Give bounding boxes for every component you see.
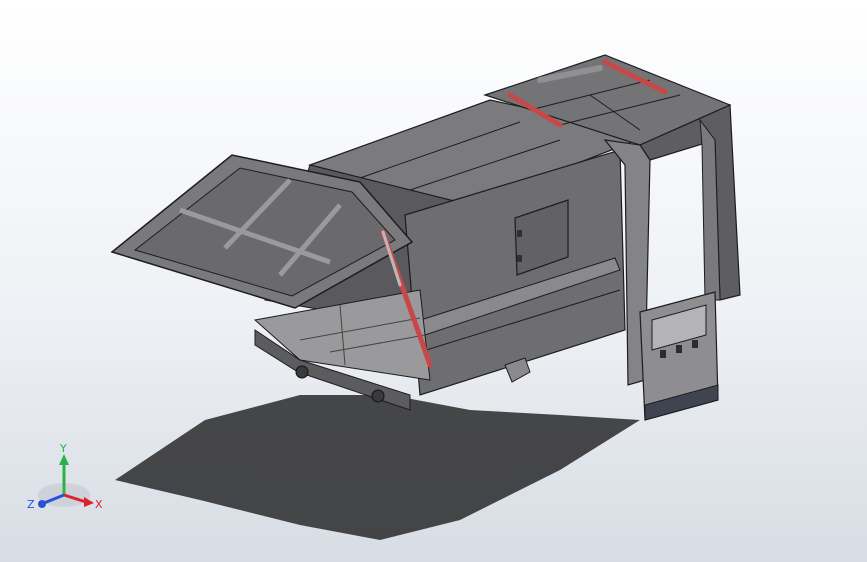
z-axis-marker bbox=[38, 500, 46, 508]
tailgate-latch-1 bbox=[660, 350, 666, 358]
roller-1 bbox=[295, 365, 309, 379]
y-axis-arrow bbox=[59, 454, 69, 465]
roller-2 bbox=[371, 389, 385, 403]
3d-model-view[interactable] bbox=[0, 0, 867, 562]
hatch-hinge-bottom bbox=[517, 255, 522, 262]
x-axis-arrow bbox=[84, 497, 94, 507]
x-axis-label: X bbox=[95, 498, 103, 511]
coordinate-triad: Y X Z bbox=[27, 442, 103, 511]
graphics-viewport[interactable]: Y X Z bbox=[0, 0, 867, 562]
y-axis-label: Y bbox=[59, 442, 67, 455]
hatch-hinge-top bbox=[517, 230, 522, 237]
tailgate-latch-3 bbox=[692, 340, 698, 348]
ground-shadow bbox=[115, 395, 640, 540]
z-axis-label: Z bbox=[27, 498, 35, 511]
tailgate-latch-2 bbox=[676, 345, 682, 353]
